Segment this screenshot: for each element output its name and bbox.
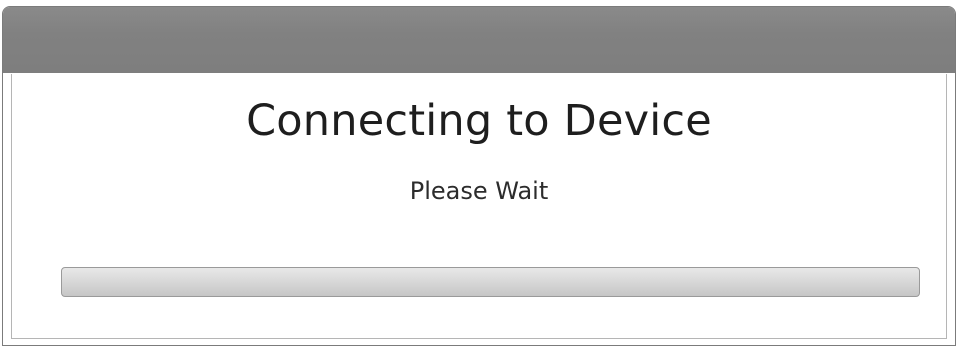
connecting-dialog: Connecting to Device Please Wait	[2, 6, 956, 346]
dialog-message: Please Wait	[409, 177, 549, 205]
progress-bar	[61, 267, 920, 297]
dialog-content: Connecting to Device Please Wait	[11, 74, 947, 339]
dialog-title-bar[interactable]	[3, 7, 955, 73]
screen: Connecting to Device Please Wait	[0, 0, 958, 348]
dialog-heading: Connecting to Device	[246, 96, 712, 146]
